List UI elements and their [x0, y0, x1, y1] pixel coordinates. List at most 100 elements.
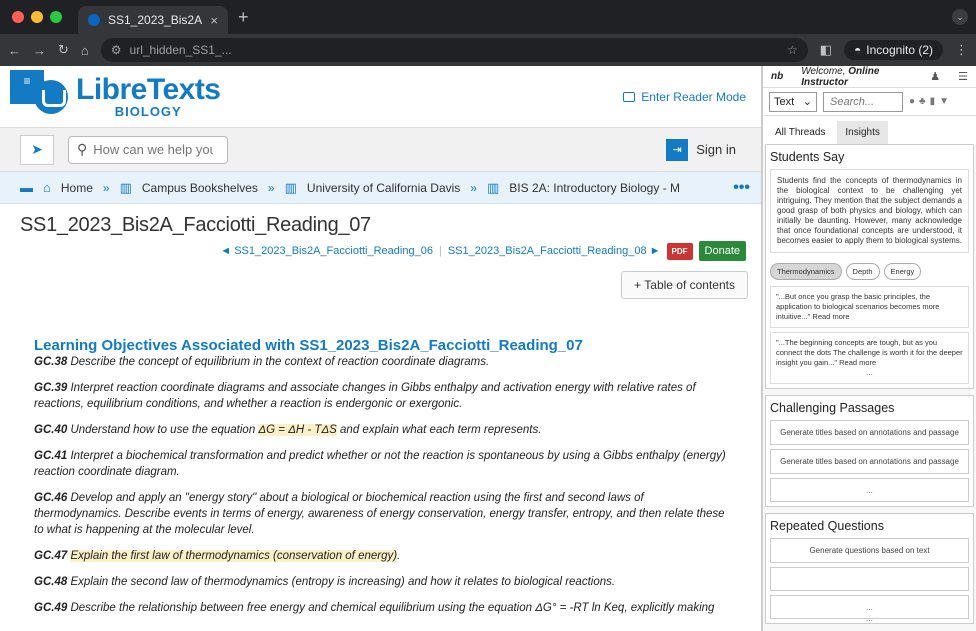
incognito-badge[interactable]: ◓ Incognito (2)	[844, 40, 943, 60]
tab-all-threads[interactable]: All Threads	[767, 121, 833, 144]
user-icon[interactable]: ♟	[930, 70, 940, 83]
highlighted-annotation[interactable]: ΔG = ΔH - TΔS	[258, 424, 337, 436]
breadcrumb-separator: »	[102, 180, 110, 195]
generate-questions-button[interactable]: Generate questions based on text	[770, 538, 969, 563]
objective-item: GC.46 Develop and apply an "energy story…	[34, 492, 725, 536]
new-tab-icon[interactable]: +	[238, 7, 249, 28]
student-quote[interactable]: "...The beginning concepts are tough, bu…	[770, 332, 969, 384]
tab-title: SS1_2023_Bis2A_Facciotti_Reading_07	[108, 13, 203, 27]
nb-tabs: All Threads Insights	[763, 116, 976, 144]
logo-subtext: BIOLOGY	[114, 104, 182, 119]
objective-item: GC.38 Describe the concept of equilibriu…	[34, 356, 490, 368]
objective-item: GC.40 Understand how to use the equation…	[34, 424, 542, 436]
previous-page-link[interactable]: ◄ SS1_2023_Bis2A_Facciotti_Reading_06	[220, 245, 433, 257]
breadcrumb-separator: »	[470, 180, 477, 195]
funnel-filter-icon[interactable]: ▼	[939, 96, 949, 107]
address-text: url_hidden_SS1_...	[129, 43, 232, 57]
nb-sidebar: nb Welcome, Online Instructor ♟ ☰ Text ⌄ …	[762, 66, 976, 631]
sign-in-label: Sign in	[696, 142, 736, 157]
tab-insights[interactable]: Insights	[837, 121, 888, 144]
breadcrumb-home[interactable]: Home	[61, 181, 93, 195]
users-filter-icon[interactable]: ♣	[919, 96, 926, 107]
page-navigation: ◄ SS1_2023_Bis2A_Facciotti_Reading_06 | …	[0, 237, 762, 261]
browser-tab[interactable]: SS1_2023_Bis2A_Facciotti_Reading_07 ×	[78, 6, 228, 34]
question-slot	[770, 567, 969, 591]
objective-item: GC.39 Interpret reaction coordinate diag…	[34, 382, 696, 410]
comment-filter-icon[interactable]: ●	[909, 96, 915, 107]
menu-lines-icon[interactable]: ☰	[958, 70, 968, 83]
table-of-contents-button[interactable]: + Table of contents	[621, 271, 748, 299]
nb-search-row: Text⌄ ● ♣ ▮ ▼	[763, 88, 976, 116]
page-title: SS1_2023_Bis2A_Facciotti_Reading_07	[20, 214, 371, 236]
load-more-dots[interactable]: ...	[763, 614, 976, 623]
repeated-questions-section: Repeated Questions Generate questions ba…	[765, 513, 974, 624]
generate-titles-button[interactable]: Generate titles based on annotations and…	[770, 449, 969, 474]
more-options-icon[interactable]: •••	[733, 179, 750, 197]
breadcrumb-campus-bookshelves[interactable]: Campus Bookshelves	[142, 181, 258, 195]
logo-text: LibreTexts	[76, 73, 221, 106]
next-page-link[interactable]: SS1_2023_Bis2A_Facciotti_Reading_08 ►	[448, 245, 661, 257]
incognito-icon: ◓	[854, 43, 862, 57]
incognito-label: Incognito (2)	[866, 43, 933, 57]
reader-mode-button[interactable]: Enter Reader Mode	[623, 90, 746, 104]
forward-icon[interactable]: →	[33, 43, 46, 58]
donate-button[interactable]: Donate	[698, 241, 746, 261]
close-window-icon[interactable]	[12, 11, 24, 23]
chip-thermodynamics[interactable]: Thermodynamics	[770, 263, 842, 280]
minimize-window-icon[interactable]	[31, 11, 43, 23]
learning-objectives-heading: Learning Objectives Associated with SS1_…	[34, 337, 583, 354]
search-bar-row: ➤ ⚲ ⇥ Sign in	[0, 128, 762, 172]
site-header: ≡ LibreTexts BIOLOGY Enter Reader Mode	[0, 66, 762, 128]
students-say-section: Students Say Students find the concepts …	[765, 144, 974, 389]
tab-search-icon[interactable]: ⌄	[952, 9, 968, 25]
home-icon[interactable]: ⌂	[81, 43, 89, 58]
tab-close-icon[interactable]: ×	[210, 13, 218, 28]
libretexts-page: ≡ LibreTexts BIOLOGY Enter Reader Mode ➤…	[0, 66, 762, 631]
challenging-passages-heading: Challenging Passages	[770, 401, 895, 415]
nb-header: nb Welcome, Online Instructor ♟ ☰	[763, 66, 976, 88]
site-search-input[interactable]	[93, 142, 214, 157]
challenging-passages-section: Challenging Passages Generate titles bas…	[765, 395, 974, 507]
libretexts-logo-icon	[34, 79, 68, 114]
bookmark-filter-icon[interactable]: ▮	[930, 96, 936, 107]
bookshelf-icon: ▥	[284, 179, 297, 195]
back-icon[interactable]: ←	[8, 43, 21, 58]
bookshelf-icon: ▥	[119, 179, 132, 195]
reload-icon[interactable]: ↻	[58, 42, 69, 58]
sign-in-button[interactable]: ⇥ Sign in	[666, 138, 746, 161]
objective-item: GC.49 Describe the relationship between …	[34, 602, 715, 614]
objective-item: GC.47 Explain the first law of thermodyn…	[34, 550, 401, 562]
home-crumb-icon: ⌂	[43, 180, 51, 195]
search-type-select[interactable]: Text ⌄	[769, 91, 817, 112]
browser-toolbar: ← → ↻ ⌂ ⚙ url_hidden_SS1_... ☆ ◧ ◓ Incog…	[0, 34, 976, 66]
pdf-button[interactable]: PDF	[666, 242, 693, 260]
breadcrumb-university[interactable]: University of California Davis	[307, 181, 460, 195]
objective-item: GC.48 Explain the second law of thermody…	[34, 576, 616, 588]
maximize-window-icon[interactable]	[50, 11, 62, 23]
browser-menu-icon[interactable]: ⋮	[955, 42, 968, 58]
chip-energy[interactable]: Energy	[883, 263, 922, 280]
folder-icon[interactable]: ▬	[20, 180, 33, 195]
page-area: ≡ LibreTexts BIOLOGY Enter Reader Mode ➤…	[0, 66, 976, 631]
students-summary: Students find the concepts of thermodyna…	[770, 169, 969, 253]
rocket-icon[interactable]: ➤	[20, 134, 54, 165]
breadcrumb: ▬ ⌂ Home » ▥ Campus Bookshelves » ▥ Univ…	[0, 172, 762, 204]
student-quote[interactable]: "...But once you grasp the basic princip…	[770, 286, 969, 328]
bookshelf-icon: ▥	[486, 179, 500, 195]
pager-divider: |	[438, 245, 442, 257]
breadcrumb-bis2a[interactable]: BIS 2A: Introductory Biology - M	[509, 181, 680, 195]
side-panel-icon[interactable]: ◧	[820, 42, 832, 58]
address-bar[interactable]: ⚙ url_hidden_SS1_... ☆	[100, 38, 808, 62]
repeated-questions-heading: Repeated Questions	[770, 519, 884, 533]
welcome-text: Welcome, Online Instructor	[801, 66, 880, 88]
chip-depth[interactable]: Depth	[845, 263, 880, 280]
highlighted-annotation[interactable]: Explain the first law of thermodynamics …	[70, 550, 398, 562]
tab-favicon-icon	[88, 14, 100, 26]
nb-search-input[interactable]	[823, 91, 903, 112]
site-info-icon[interactable]: ⚙	[111, 43, 122, 57]
libretexts-logo[interactable]: LibreTexts BIOLOGY	[34, 75, 221, 118]
bookmark-star-icon[interactable]: ☆	[787, 43, 798, 57]
site-search-box[interactable]: ⚲	[68, 135, 228, 164]
more-passages[interactable]: ...	[770, 478, 969, 502]
generate-titles-button[interactable]: Generate titles based on annotations and…	[770, 420, 969, 445]
